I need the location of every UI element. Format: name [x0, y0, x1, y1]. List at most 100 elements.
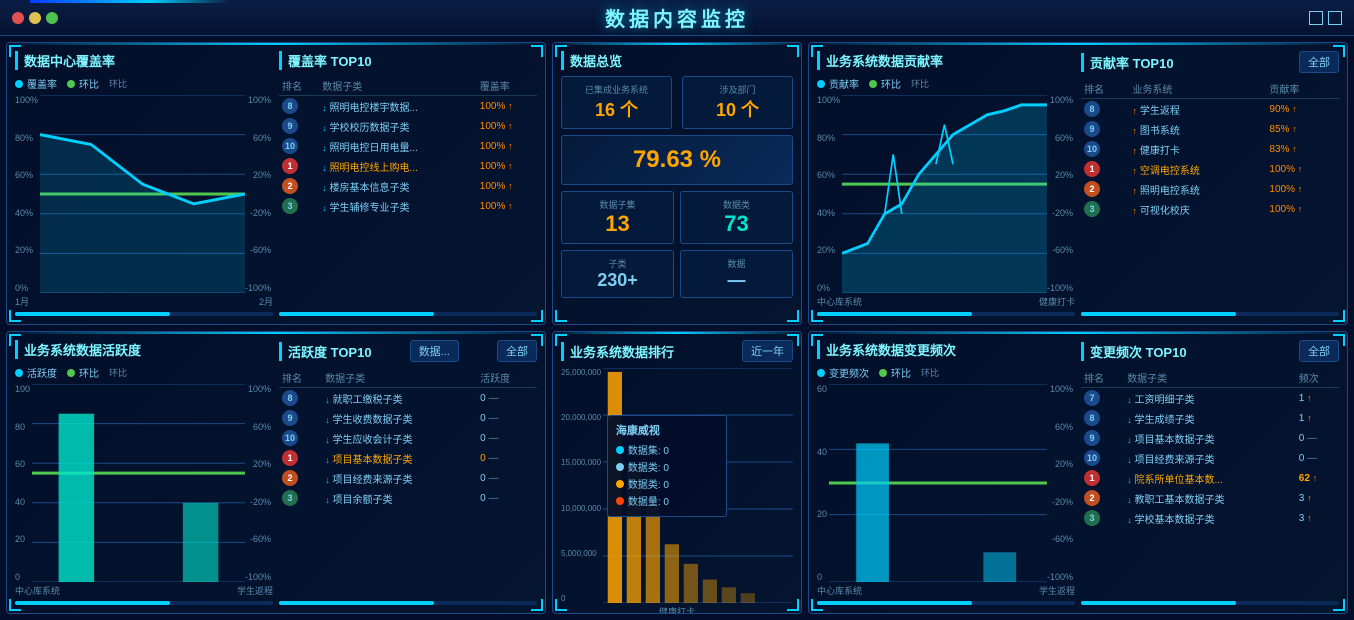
table-row: 1 ↑ 空调电控系统 100% ↑ — [1081, 159, 1339, 179]
ranking-x-label: 健康打卡 — [561, 605, 793, 614]
table-row: 2 ↓ 教职工基本数据子类 3 ↑ — [1081, 488, 1339, 508]
biz-coverage-table: 排名业务系统贡献率 8 ↑ 学生返程 90% ↑ 9 ↑ 图书系统 — [1081, 79, 1339, 219]
table-row: 10 ↑ 健康打卡 83% ↑ — [1081, 139, 1339, 159]
business-coverage-panel: 业务系统数据贡献率 贡献率 环比 环比 100%80%60%40%20%0 — [808, 42, 1348, 325]
table-row: 10 ↓ 照明电控日用电量... 100% ↑ — [279, 136, 537, 156]
activity-dropdown1[interactable]: 数据... — [410, 340, 459, 362]
table-row: 1 ↓ 项目基本数据子类 0 — — [279, 448, 537, 468]
overview-pct: 79.63 % — [572, 146, 782, 174]
tooltip-row-1: 数据集: 0 — [616, 442, 718, 457]
table-row: 1 ↓ 照明电控线上购电... 100% ↑ — [279, 156, 537, 176]
biz-x-axis: 中心库系统 健康打卡 — [817, 295, 1075, 308]
dot-yellow[interactable] — [29, 12, 41, 24]
x-1月: 1月 — [15, 295, 29, 308]
biz-legend-rate: 贡献率 — [829, 76, 859, 91]
window-controls — [12, 12, 58, 24]
x-2月: 2月 — [259, 295, 273, 308]
table-row: 2 ↓ 项目经费来源子类 0 — — [279, 468, 537, 488]
datatype-value: 73 — [687, 211, 786, 237]
table-row: 2 ↑ 照明电控系统 100% ↑ — [1081, 179, 1339, 199]
subtype-value: 230+ — [568, 270, 667, 291]
datatype-label: 数据类 — [687, 198, 786, 211]
table-row: 8 ↓ 照明电控楼宇数据... 100% ↑ — [279, 96, 537, 117]
col-coverage: 覆盖率 — [477, 76, 537, 96]
biz-y-axis: 100%80%60%40%20%0% — [817, 95, 840, 293]
change-freq-title: 业务系统数据变更频次 — [817, 340, 956, 359]
tooltip-row-2: 数据类: 0 — [616, 459, 718, 474]
activity-panel: 业务系统数据活跃度 活跃度 环比 环比 100806040200 — [6, 331, 546, 614]
dept-value: 10 个 — [689, 96, 786, 122]
main-grid: 数据中心覆盖率 覆盖率 环比 环比 100%80%60%40%20%0% — [0, 36, 1354, 620]
data-label: 数据 — [687, 257, 786, 270]
biz-coverage-legend: 贡献率 环比 环比 — [817, 76, 1075, 91]
table-row: 10 ↓ 学生应收会计子类 0 — — [279, 428, 537, 448]
legend-rate: 覆盖率 — [27, 76, 57, 91]
col-subtype: 数据子类 — [319, 76, 476, 96]
ring-label-right: 环比 — [109, 77, 127, 90]
table-row: 3 ↓ 项目余额子类 0 — — [279, 488, 537, 508]
change-freq-legend: 变更频次 环比 环比 — [817, 365, 1075, 380]
coverage-y-axis-right: 100%60%20%-20%-60%-100% — [245, 95, 271, 293]
table-row: 7 ↓ 工资明细子类 1 ↑ — [1081, 388, 1339, 409]
ranking-tooltip: 海康威视 数据集: 0 数据类: 0 数据类: 0 — [607, 415, 727, 517]
table-row: 9 ↓ 学生收费数据子类 0 — — [279, 408, 537, 428]
ranking-y-axis: 25,000,000 20,000,000 15,000,000 10,000,… — [561, 368, 601, 603]
subtype-label: 子类 — [568, 257, 667, 270]
activity-y-axis-right: 100%60%20%-20%-60%-100% — [245, 384, 271, 582]
minimize-btn[interactable] — [1309, 11, 1323, 25]
table-row: 3 ↓ 学生辅修专业子类 100% ↑ — [279, 196, 537, 216]
ranking-title: 业务系统数据排行 — [561, 342, 674, 361]
coverage-panel: 数据中心覆盖率 覆盖率 环比 环比 100%80%60%40%20%0% — [6, 42, 546, 325]
data-value: — — [687, 270, 786, 291]
coverage-top10-title: 覆盖率 TOP10 — [279, 51, 372, 70]
change-y-axis: 6040200 — [817, 384, 827, 582]
coverage-title: 数据中心覆盖率 — [15, 51, 115, 70]
biz-legend-ring: 环比 — [881, 76, 901, 91]
table-row: 8 ↓ 学生成绩子类 1 ↑ — [1081, 408, 1339, 428]
activity-top10-title: 活跃度 TOP10 — [279, 342, 372, 361]
table-row: 3 ↓ 学校基本数据子类 3 ↑ — [1081, 508, 1339, 528]
table-row: 2 ↓ 楼房基本信息子类 100% ↑ — [279, 176, 537, 196]
dot-green[interactable] — [46, 12, 58, 24]
table-row: 9 ↓ 项目基本数据子类 0 — — [1081, 428, 1339, 448]
col-rank: 排名 — [279, 76, 319, 96]
window-right-controls — [1309, 11, 1342, 25]
app-title: 数据内容监控 — [605, 3, 749, 32]
activity-x-axis: 中心库系统 学生返程 — [15, 584, 273, 597]
table-row: 10 ↓ 项目经费来源子类 0 — — [1081, 448, 1339, 468]
activity-chart — [32, 384, 245, 582]
table-row: 8 ↓ 就职工缴税子类 0 — — [279, 388, 537, 409]
dot-red[interactable] — [12, 12, 24, 24]
activity-table: 排名数据子类活跃度 8 ↓ 就职工缴税子类 0 — 9 ↓ 学生收费 — [279, 368, 537, 508]
table-row: 9 ↓ 学校校历数据子类 100% ↑ — [279, 116, 537, 136]
maximize-btn[interactable] — [1328, 11, 1342, 25]
top-bar: 数据内容监控 — [0, 0, 1354, 36]
dept-label: 涉及部门 — [689, 83, 786, 96]
biz-chart — [842, 95, 1047, 293]
coverage-y-axis: 100%80%60%40%20%0% — [15, 95, 38, 293]
table-row: 8 ↑ 学生返程 90% ↑ — [1081, 99, 1339, 120]
biz-coverage-title: 业务系统数据贡献率 — [817, 51, 943, 70]
tooltip-title: 海康威视 — [616, 422, 718, 438]
coverage-chart — [40, 95, 245, 293]
change-x-axis: 中心库系统 学生返程 — [817, 584, 1075, 597]
table-row: 1 ↓ 院系所单位基本数... 62 ↑ — [1081, 468, 1339, 488]
legend-ring: 环比 — [79, 76, 99, 91]
table-row: 9 ↑ 图书系统 85% ↑ — [1081, 119, 1339, 139]
activity-title: 业务系统数据活跃度 — [15, 340, 141, 359]
progress-bar — [30, 0, 229, 3]
biz-y-axis-right: 100%60%20%-20%-60%-100% — [1047, 95, 1073, 293]
dataset-value: 13 — [568, 211, 667, 237]
activity-y-axis: 100806040200 — [15, 384, 30, 582]
systems-label: 已集成业务系统 — [568, 83, 665, 96]
tooltip-row-3: 数据类: 0 — [616, 476, 718, 491]
coverage-legend: 覆盖率 环比 环比 — [15, 76, 273, 91]
ranking-dropdown[interactable]: 近一年 — [742, 340, 793, 362]
change-top10-title: 变更频次 TOP10 — [1081, 342, 1187, 361]
activity-legend: 活跃度 环比 环比 — [15, 365, 273, 380]
business-ranking-panel: 业务系统数据排行 近一年 25,000,000 20,000,000 15,00… — [552, 331, 802, 614]
change-y-axis-right: 100%60%20%-20%-60%-100% — [1047, 384, 1073, 582]
table-row: 3 ↑ 可视化校庆 100% ↑ — [1081, 199, 1339, 219]
tooltip-row-4: 数据量: 0 — [616, 493, 718, 508]
dataset-label: 数据子集 — [568, 198, 667, 211]
